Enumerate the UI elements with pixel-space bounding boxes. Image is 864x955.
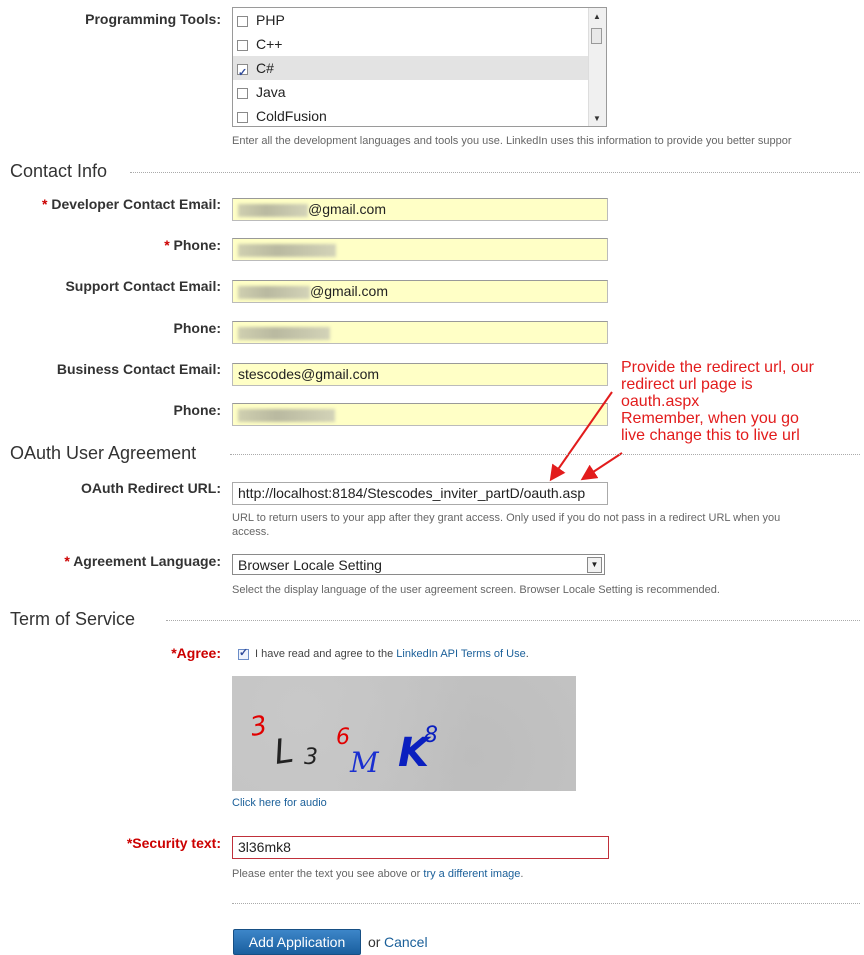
section-divider (130, 172, 860, 173)
support-email-label: Support Contact Email: (65, 278, 221, 294)
redacted-text (238, 203, 308, 217)
checkbox[interactable] (237, 61, 248, 85)
add-application-button[interactable]: Add Application (233, 929, 361, 955)
option-label: PHP (256, 12, 285, 28)
terms-title: Term of Service (10, 609, 136, 629)
business-phone-label: Phone: (173, 402, 221, 418)
programming-tools-help: Enter all the development languages and … (232, 135, 792, 147)
programming-tools-label: Programming Tools: (85, 11, 221, 27)
business-email-field[interactable]: stescodes@gmail.com (232, 363, 608, 386)
cancel-link[interactable]: Cancel (384, 934, 428, 950)
agree-label: *Agree: (171, 645, 221, 661)
contact-info-title: Contact Info (10, 161, 108, 181)
section-divider (166, 620, 860, 621)
security-help: Please enter the text you see above or t… (232, 868, 524, 880)
terms-link[interactable]: LinkedIn API Terms of Use (396, 648, 525, 660)
redacted-text (238, 326, 330, 340)
language-label: * Agreement Language: (64, 553, 221, 569)
captcha-image: 3 L 3 6 M K 8 (232, 676, 576, 791)
oauth-title: OAuth User Agreement (10, 443, 197, 463)
section-divider (232, 903, 860, 904)
audio-link[interactable]: Click here for audio (232, 797, 327, 809)
redirect-url-help: URL to return users to your app after th… (232, 512, 781, 538)
redacted-text (238, 243, 336, 257)
business-email-label: Business Contact Email: (56, 361, 221, 377)
option-label: C# (256, 60, 274, 76)
annotation-text: Provide the redirect url, our redirect u… (621, 359, 814, 444)
support-email-field[interactable]: @gmail.com (232, 280, 608, 303)
or-text: or (368, 934, 381, 950)
list-item[interactable]: C++ (233, 32, 606, 56)
dev-email-field[interactable]: @gmail.com (232, 198, 608, 221)
select-value: Browser Locale Setting (238, 557, 382, 573)
scroll-thumb[interactable] (591, 28, 602, 44)
language-select[interactable]: Browser Locale Setting ▼ (232, 554, 605, 575)
checkbox[interactable] (237, 39, 248, 51)
support-phone-label: Phone: (173, 320, 221, 336)
svg-text:3: 3 (248, 710, 270, 742)
checkbox[interactable] (237, 87, 248, 99)
captcha-glyphs: 3 L 3 6 M K 8 (248, 710, 438, 779)
svg-text:L: L (272, 731, 296, 773)
option-label: Java (256, 84, 286, 100)
listbox-scrollbar[interactable]: ▲ ▼ (588, 8, 606, 126)
security-text-field[interactable]: 3l36mk8 (232, 836, 609, 859)
dev-phone-field[interactable] (232, 238, 608, 261)
svg-text:M: M (349, 746, 380, 779)
list-item[interactable]: PHP (233, 8, 606, 32)
agree-checkbox[interactable] (238, 646, 249, 660)
dev-email-label: * Developer Contact Email: (42, 196, 221, 212)
support-phone-field[interactable] (232, 321, 608, 344)
section-divider (230, 454, 860, 455)
language-help: Select the display language of the user … (232, 584, 720, 596)
svg-text:6: 6 (336, 725, 350, 750)
checkbox[interactable] (237, 15, 248, 27)
option-label: C++ (256, 36, 283, 52)
dev-phone-label: * Phone: (164, 237, 221, 253)
redirect-url-label: OAuth Redirect URL: (81, 480, 221, 496)
different-image-link[interactable]: try a different image (423, 868, 520, 880)
security-text-label: *Security text: (126, 835, 221, 851)
option-label: ColdFusion (256, 108, 327, 124)
programming-tools-listbox[interactable]: PHP C++ C# Java ColdFusion ▲ ▼ (232, 7, 607, 127)
scroll-up-icon[interactable]: ▲ (593, 12, 601, 21)
redacted-text (238, 285, 310, 299)
agree-row: I have read and agree to the LinkedIn AP… (238, 646, 529, 660)
chevron-down-icon[interactable]: ▼ (587, 557, 602, 573)
svg-text:8: 8 (424, 723, 438, 748)
redirect-url-field[interactable]: http://localhost:8184/Stescodes_inviter_… (232, 482, 608, 505)
checkbox[interactable] (237, 111, 248, 123)
svg-text:3: 3 (304, 745, 318, 770)
scroll-down-icon[interactable]: ▼ (593, 114, 601, 123)
annotation-arrows (549, 391, 623, 482)
list-item[interactable]: C# (233, 56, 606, 85)
redacted-text (238, 408, 335, 422)
list-item[interactable]: ColdFusion (233, 104, 606, 126)
list-item[interactable]: Java (233, 80, 606, 104)
